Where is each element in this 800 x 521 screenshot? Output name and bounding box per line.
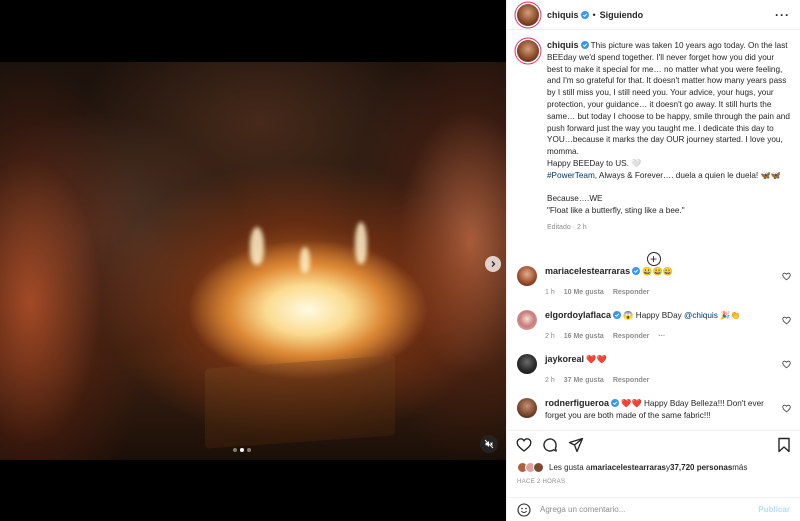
carousel-dot: [247, 448, 251, 452]
share-paper-plane-icon[interactable]: [568, 437, 584, 453]
avatar[interactable]: [517, 3, 539, 26]
comment-text: ❤️❤️: [586, 355, 607, 364]
comment-time[interactable]: 2 h: [545, 375, 555, 387]
likes-count[interactable]: 37,720 personas: [670, 463, 732, 472]
comment-text: 😀😀😀: [642, 267, 673, 276]
avatar[interactable]: [517, 398, 537, 418]
post-panel: chiquis • Siguiendo ··· chiquis This pic…: [506, 0, 800, 521]
comment-username[interactable]: jaykoreal: [545, 354, 584, 364]
comment-text: 😱 Happy BDay: [623, 311, 685, 320]
hashtag-link[interactable]: #PowerTeam: [547, 171, 595, 180]
like-comment-heart-icon[interactable]: [782, 404, 791, 413]
like-comment-heart-icon[interactable]: [782, 316, 791, 325]
comment-item: jaykoreal ❤️❤️ 2 h 37 Me gusta Responder: [517, 354, 794, 386]
header-separator: •: [592, 9, 596, 20]
comment-text: 🎉👏: [717, 311, 741, 320]
caption-username[interactable]: chiquis: [547, 40, 579, 50]
verified-badge-icon: [580, 10, 589, 19]
action-icons: [507, 431, 800, 453]
post-actions: Les gusta a mariacelestearraras y 37,720…: [507, 430, 800, 521]
comment-item: mariacelestearraras 😀😀😀 1 h 10 Me gusta …: [517, 266, 794, 298]
likes-suffix: más: [732, 463, 748, 472]
liker-avatars: [517, 462, 544, 473]
reply-button[interactable]: Responder: [613, 287, 650, 299]
post-modal: chiquis • Siguiendo ··· chiquis This pic…: [0, 0, 800, 521]
post-header: chiquis • Siguiendo ···: [507, 0, 800, 30]
like-heart-icon[interactable]: [516, 437, 532, 453]
like-comment-heart-icon[interactable]: [782, 360, 791, 369]
comment-time[interactable]: 1 h: [545, 287, 555, 299]
reply-button[interactable]: Responder: [613, 331, 650, 343]
caption-line: "Float like a butterfly, sting like a be…: [547, 206, 685, 216]
caption-line: , Always & Forever…. duela a quien le du…: [594, 170, 781, 180]
comment-username[interactable]: mariacelestearraras: [545, 266, 630, 276]
comment-composer: Publicar: [507, 497, 800, 521]
following-button[interactable]: Siguiendo: [600, 10, 644, 20]
comment-item: rodnerfigueroa ❤️❤️ Happy Bday Belleza!!…: [517, 398, 794, 421]
verified-badge-icon: [611, 399, 620, 407]
verified-badge-icon: [632, 267, 641, 275]
post-video[interactable]: [0, 62, 506, 460]
post-time[interactable]: HACE 2 HORAS: [507, 473, 800, 485]
comment-likes[interactable]: 37 Me gusta: [564, 375, 604, 387]
load-more-comments-button[interactable]: +: [507, 251, 800, 266]
reply-button[interactable]: Responder: [613, 375, 650, 387]
verified-badge-icon: [580, 41, 589, 49]
avatar[interactable]: [517, 266, 537, 286]
like-comment-heart-icon[interactable]: [782, 272, 791, 281]
caption: chiquis This picture was taken 10 years …: [507, 30, 800, 234]
comment-time[interactable]: 2 h: [545, 331, 555, 343]
next-slide-button[interactable]: [485, 256, 501, 272]
liker-username[interactable]: mariacelestearraras: [590, 463, 666, 472]
comment-likes[interactable]: 16 Me gusta: [564, 331, 604, 343]
chevron-right-icon: [491, 261, 496, 267]
header-username[interactable]: chiquis: [547, 10, 579, 20]
plus-circle-icon: +: [646, 251, 661, 266]
caption-line: Happy BEEDay to US. 🤍: [547, 158, 642, 168]
comment-likes[interactable]: 10 Me gusta: [564, 287, 604, 299]
comment-more-button[interactable]: ···: [658, 331, 665, 343]
comment-item: elgordoylaflaca 😱 Happy BDay @chiquis 🎉👏…: [517, 310, 794, 342]
publish-button[interactable]: Publicar: [758, 505, 790, 514]
caption-meta: Editado · 2 h: [547, 223, 587, 231]
speaker-muted-icon: [484, 439, 494, 449]
caption-text: chiquis This picture was taken 10 years …: [547, 40, 790, 234]
more-options-button[interactable]: ···: [775, 8, 790, 22]
avatar: [533, 462, 544, 473]
carousel-dot: [233, 448, 237, 452]
emoji-smiley-icon[interactable]: [517, 502, 531, 517]
comment-bubble-icon[interactable]: [542, 437, 558, 453]
save-bookmark-icon[interactable]: [777, 437, 791, 453]
comment-input[interactable]: [540, 505, 750, 514]
avatar[interactable]: [517, 310, 537, 330]
carousel-dot-active: [240, 448, 244, 452]
verified-badge-icon: [613, 311, 622, 319]
caption-line: Because….WE: [547, 194, 603, 204]
likes-summary: Les gusta a mariacelestearraras y 37,720…: [507, 453, 800, 473]
media-area: [0, 0, 506, 521]
caption-body: This picture was taken 10 years ago toda…: [547, 41, 790, 157]
avatar[interactable]: [517, 354, 537, 374]
carousel-indicator: [233, 448, 251, 452]
likes-prefix: Les gusta a: [549, 463, 591, 472]
comment-username[interactable]: elgordoylaflaca: [545, 310, 611, 320]
comments-scroll[interactable]: chiquis This picture was taken 10 years …: [507, 30, 800, 430]
mention-link[interactable]: @chiquis: [684, 311, 718, 320]
avatar[interactable]: [517, 40, 539, 62]
comment-username[interactable]: rodnerfigueroa: [545, 398, 609, 408]
mute-button[interactable]: [480, 435, 498, 453]
